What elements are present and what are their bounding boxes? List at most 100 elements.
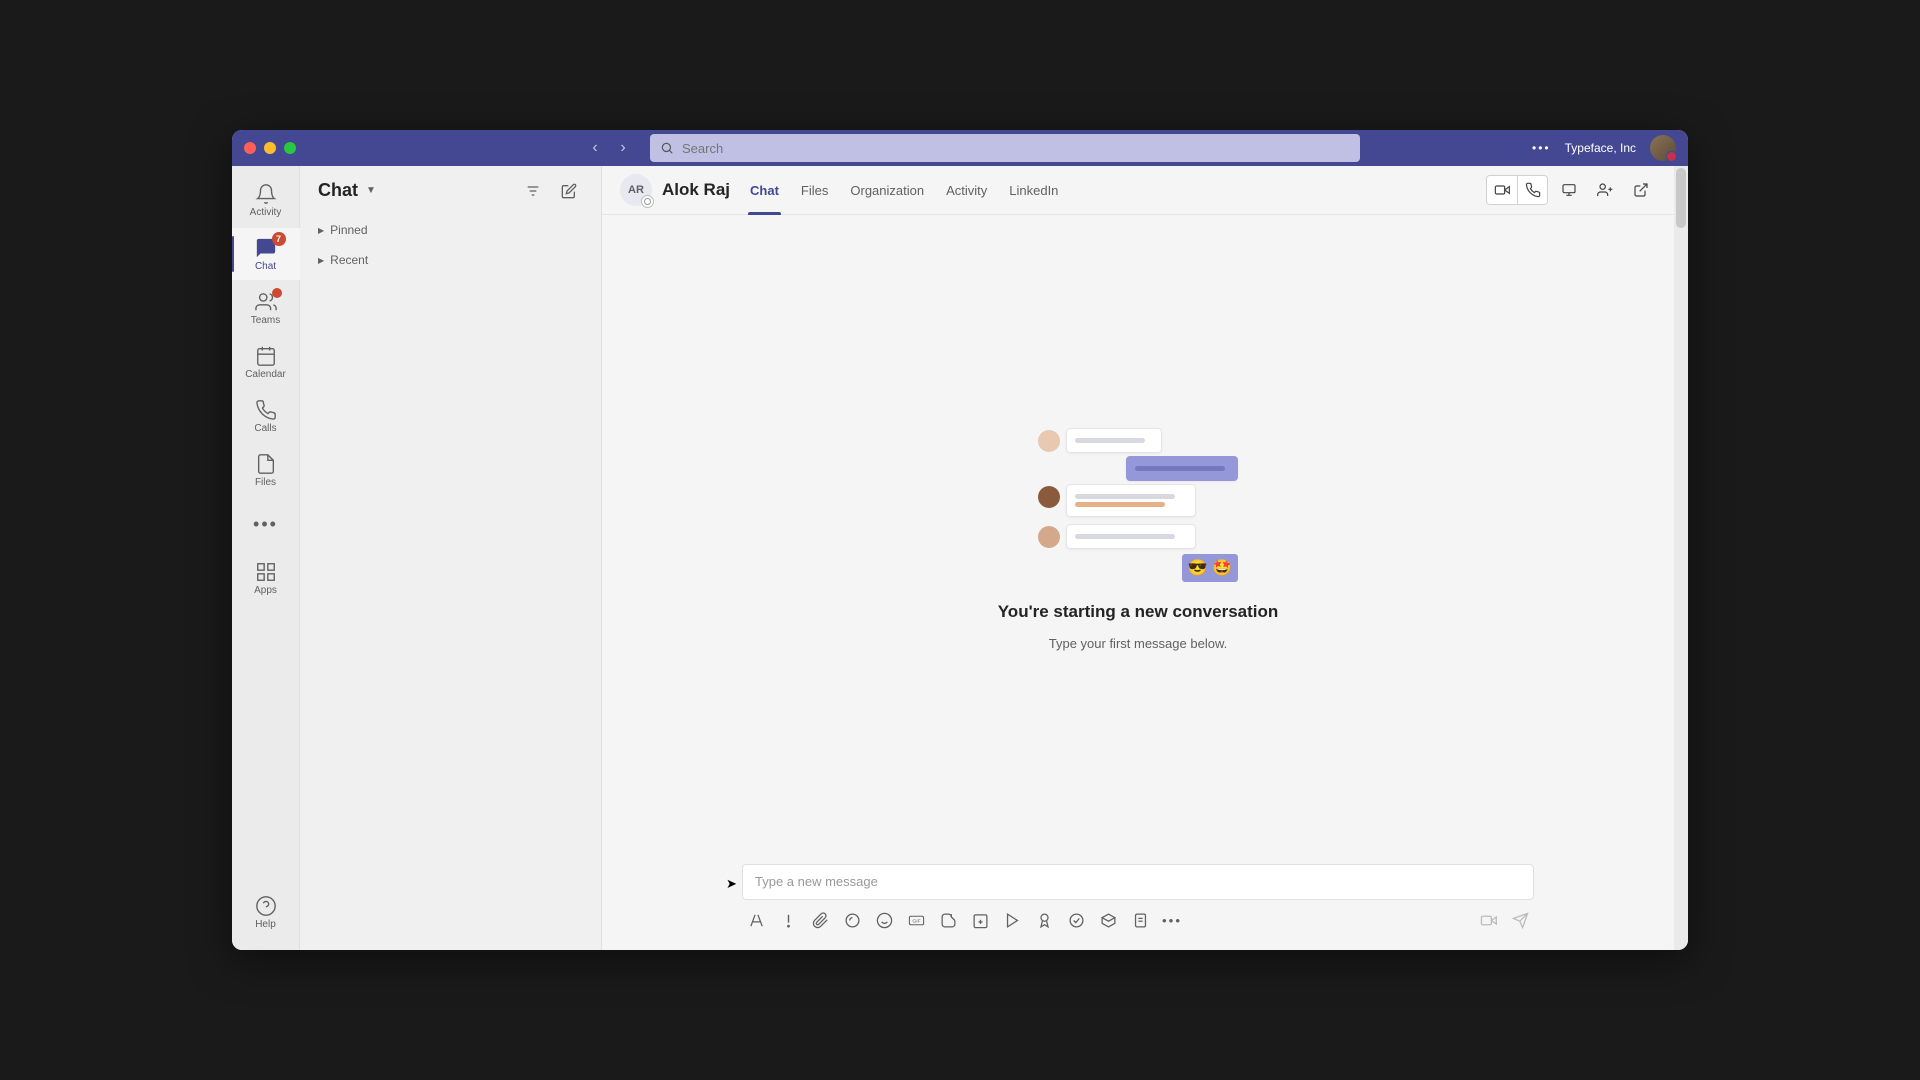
popout-button[interactable]: [1626, 176, 1656, 204]
emoji-icon: [876, 912, 893, 929]
message-input[interactable]: [755, 874, 1521, 889]
video-call-button[interactable]: [1487, 176, 1517, 204]
more-actions-button[interactable]: •••: [1158, 906, 1186, 934]
app-window: ‹ › ••• Typeface, Inc Activity 7 Chat: [232, 130, 1688, 950]
history-nav: ‹ ›: [584, 137, 634, 159]
rail-label: Activity: [250, 207, 282, 218]
illus-bubble: [1066, 484, 1196, 517]
gif-icon: GIF: [908, 912, 925, 929]
person-name: Alok Raj: [662, 180, 730, 200]
nav-forward-button[interactable]: ›: [612, 137, 634, 159]
popout-icon: [1633, 182, 1649, 198]
search-bar[interactable]: [650, 134, 1360, 162]
send-button[interactable]: [1506, 906, 1534, 934]
emoji-button[interactable]: [870, 906, 898, 934]
cursor-icon: ➤: [726, 876, 737, 892]
polls-button[interactable]: [1126, 906, 1154, 934]
attach-button[interactable]: [806, 906, 834, 934]
settings-more-button[interactable]: •••: [1532, 141, 1551, 155]
sticker-icon: [940, 912, 957, 929]
section-recent[interactable]: ▶ Recent: [300, 245, 601, 275]
illus-bubble: [1066, 428, 1162, 453]
section-label: Pinned: [330, 223, 367, 237]
apps-icon: [255, 561, 277, 583]
clipboard-icon: [1132, 912, 1149, 929]
illus-avatar-icon: [1038, 526, 1060, 548]
format-button[interactable]: [742, 906, 770, 934]
chat-pane-outer: AR Alok Raj Chat Files Organization Acti…: [602, 166, 1688, 950]
composer-toolbar: GIF •••: [742, 906, 1534, 934]
scrollbar[interactable]: [1674, 166, 1688, 950]
rail-item-teams[interactable]: Teams: [232, 282, 300, 334]
chevron-down-icon[interactable]: ▼: [366, 185, 376, 196]
new-chat-button[interactable]: [555, 177, 583, 205]
stream-icon: [1004, 912, 1021, 929]
tab-linkedin[interactable]: LinkedIn: [1007, 166, 1060, 215]
sticker-button[interactable]: [934, 906, 962, 934]
compose-icon: [561, 183, 577, 199]
chat-pane: AR Alok Raj Chat Files Organization Acti…: [602, 166, 1674, 950]
schedule-meeting-button[interactable]: [966, 906, 994, 934]
rail-item-calls[interactable]: Calls: [232, 390, 300, 442]
box-icon: [1100, 912, 1117, 929]
rail-label: Calendar: [245, 369, 286, 380]
share-screen-button[interactable]: [1554, 176, 1584, 204]
chat-person: AR Alok Raj: [620, 174, 730, 206]
list-title: Chat: [318, 180, 358, 201]
empty-state-title: You're starting a new conversation: [998, 602, 1279, 622]
illus-avatar-icon: [1038, 486, 1060, 508]
chat-list-pane: Chat ▼ ▶ Pinned ▶ Recent: [300, 166, 602, 950]
loop-button[interactable]: [838, 906, 866, 934]
badge-icon: [1036, 912, 1053, 929]
bell-icon: [255, 183, 277, 205]
rail-label: Help: [255, 919, 276, 930]
video-clip-button[interactable]: [1474, 906, 1502, 934]
call-button-group: [1486, 175, 1548, 205]
org-name-label: Typeface, Inc: [1565, 141, 1636, 155]
tab-organization[interactable]: Organization: [848, 166, 926, 215]
teams-badge: [272, 288, 282, 298]
tab-chat[interactable]: Chat: [748, 166, 781, 215]
current-user-avatar[interactable]: [1650, 135, 1676, 161]
chat-header: AR Alok Raj Chat Files Organization Acti…: [602, 166, 1674, 215]
rail-item-files[interactable]: Files: [232, 444, 300, 496]
viva-button[interactable]: [1094, 906, 1122, 934]
header-actions: [1486, 175, 1656, 205]
rail-label: Teams: [251, 315, 280, 326]
section-label: Recent: [330, 253, 368, 267]
loop-icon: [844, 912, 861, 929]
search-input[interactable]: [682, 141, 1350, 156]
approvals-button[interactable]: [1062, 906, 1090, 934]
section-pinned[interactable]: ▶ Pinned: [300, 215, 601, 245]
rail-item-activity[interactable]: Activity: [232, 174, 300, 226]
scrollbar-thumb[interactable]: [1676, 168, 1686, 228]
filter-button[interactable]: [519, 177, 547, 205]
add-people-button[interactable]: [1590, 176, 1620, 204]
window-close-button[interactable]: [244, 142, 256, 154]
window-minimize-button[interactable]: [264, 142, 276, 154]
svg-text:GIF: GIF: [912, 918, 920, 924]
audio-call-button[interactable]: [1517, 176, 1547, 204]
gif-button[interactable]: GIF: [902, 906, 930, 934]
people-add-icon: [1597, 182, 1613, 198]
video-clip-icon: [1480, 912, 1497, 929]
praise-button[interactable]: [1030, 906, 1058, 934]
rail-label: Calls: [254, 423, 276, 434]
window-maximize-button[interactable]: [284, 142, 296, 154]
rail-item-apps[interactable]: Apps: [232, 552, 300, 604]
message-composer[interactable]: [742, 864, 1534, 900]
stream-button[interactable]: [998, 906, 1026, 934]
rail-item-calendar[interactable]: Calendar: [232, 336, 300, 388]
rail-item-help[interactable]: Help: [232, 886, 300, 938]
triangle-right-icon: ▶: [318, 226, 324, 235]
rail-item-more[interactable]: •••: [232, 498, 300, 550]
file-icon: [255, 453, 277, 475]
chat-badge: 7: [272, 232, 286, 246]
person-avatar[interactable]: AR: [620, 174, 652, 206]
tab-files[interactable]: Files: [799, 166, 830, 215]
priority-button[interactable]: [774, 906, 802, 934]
rail-item-chat[interactable]: 7 Chat: [232, 228, 300, 280]
tab-activity[interactable]: Activity: [944, 166, 989, 215]
search-icon: [660, 141, 674, 155]
nav-back-button[interactable]: ‹: [584, 137, 606, 159]
